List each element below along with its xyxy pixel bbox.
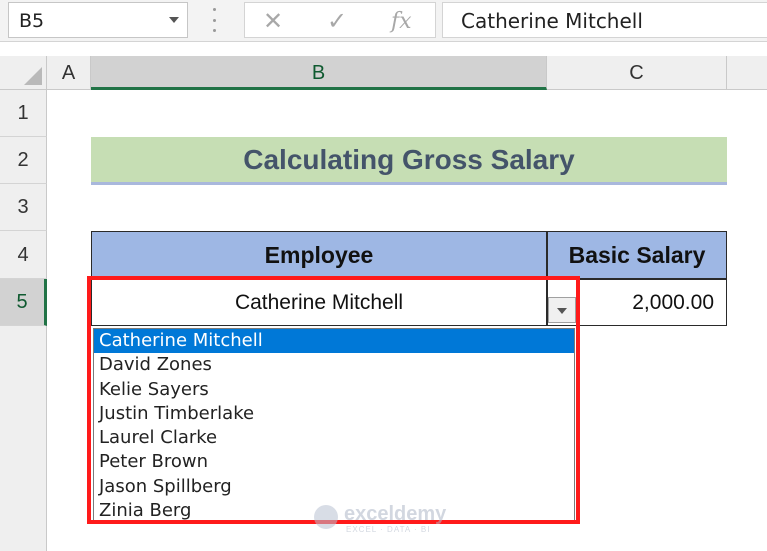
row-header-3[interactable]: 3 [0,184,47,231]
formula-input[interactable]: Catherine Mitchell [442,2,767,38]
formula-text: Catherine Mitchell [461,9,643,33]
data-validation-list: Catherine Mitchell David Zones Kelie Say… [93,328,575,521]
insert-function-icon[interactable]: fx [391,9,412,34]
name-box-value: B5 [19,10,45,32]
employee-cell-b5[interactable]: Catherine Mitchell [91,279,547,326]
list-item[interactable]: Kelie Sayers [94,378,574,402]
column-header-b[interactable]: B [91,56,547,90]
exceldemy-logo-icon [314,505,338,529]
employee-header-cell[interactable]: Employee [91,231,547,279]
name-box[interactable]: B5 [8,2,188,38]
select-all-icon [24,67,42,85]
watermark-name: exceldemy [344,503,447,525]
watermark-tagline: EXCEL · DATA · BI [346,525,431,534]
dropdown-button[interactable] [548,297,576,323]
title-cell[interactable]: Calculating Gross Salary [91,137,727,185]
row-header-2[interactable]: 2 [0,137,47,184]
row-header-1[interactable]: 1 [0,90,47,137]
chevron-down-icon [557,308,567,314]
watermark: exceldemy EXCEL · DATA · BI [314,503,464,535]
chevron-down-icon[interactable] [169,17,179,23]
list-item[interactable]: David Zones [94,353,574,377]
list-item[interactable]: Laurel Clarke [94,426,574,450]
column-header-c[interactable]: C [547,56,727,90]
list-item[interactable]: Catherine Mitchell [94,329,574,354]
cancel-icon[interactable]: ✕ [263,7,283,35]
list-item[interactable]: Jason Spillberg [94,475,574,499]
row-header-5[interactable]: 5 [0,279,47,326]
list-item[interactable]: Peter Brown [94,450,574,474]
drag-handle-icon[interactable] [210,8,218,32]
enter-icon[interactable]: ✓ [327,7,347,35]
formula-bar-buttons: ✕ ✓ fx [244,2,436,38]
row-header-4[interactable]: 4 [0,231,47,279]
row-header-area [0,326,47,551]
list-item[interactable]: Justin Timberlake [94,402,574,426]
column-header-a[interactable]: A [47,56,91,90]
select-all-button[interactable] [0,56,47,90]
formula-bar: B5 ✕ ✓ fx Catherine Mitchell [0,0,767,42]
basic-salary-header-cell[interactable]: Basic Salary [547,231,727,279]
